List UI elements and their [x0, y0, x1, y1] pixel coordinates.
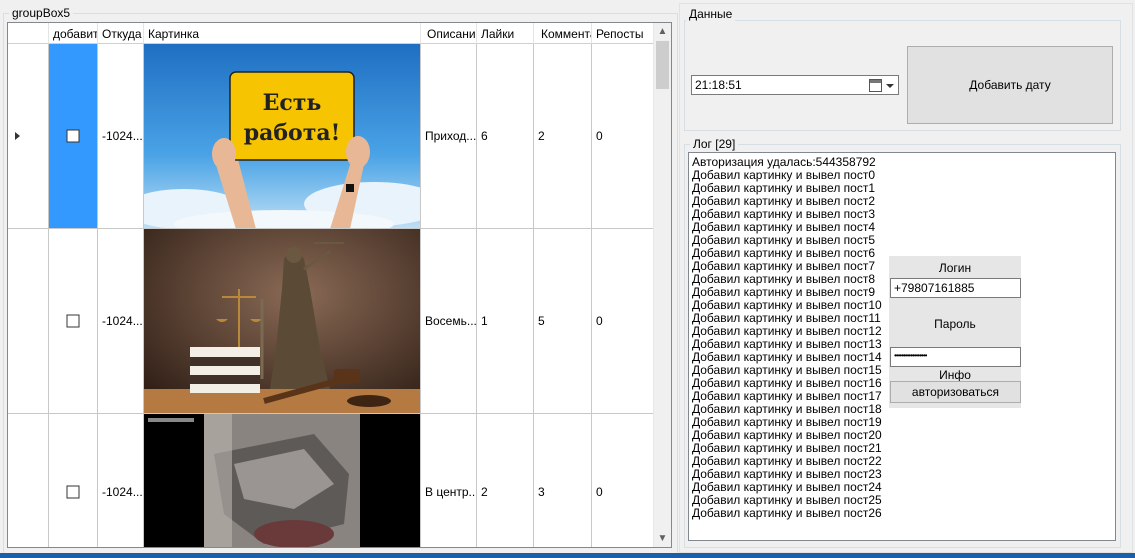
row-selector[interactable] [8, 44, 49, 229]
svg-text:работа!: работа! [244, 120, 341, 146]
image-cell[interactable] [144, 414, 421, 547]
from-cell[interactable]: -1024... [98, 44, 144, 229]
description-cell[interactable]: Восемь... [421, 229, 477, 414]
current-row-arrow-icon [15, 132, 20, 140]
comments-cell[interactable]: 5 [534, 229, 592, 414]
column-header-comments[interactable]: Коммента [534, 23, 592, 44]
column-header-description[interactable]: Описание [421, 23, 477, 44]
password-value: •••••••••••••••••• [894, 351, 927, 360]
log-line: Добавил картинку и вывел пост26 [692, 506, 882, 520]
scroll-down-icon[interactable]: ▼ [654, 530, 671, 547]
grid-vertical-scrollbar[interactable]: ▲ ▼ [653, 23, 671, 547]
window-bottom-border [0, 553, 1135, 558]
time-picker[interactable]: 21:18:51 [691, 75, 899, 95]
column-header-add[interactable]: добавит [49, 23, 98, 44]
est-rabota-image: Есть работа! [144, 44, 420, 228]
description-cell[interactable]: В центр... [421, 414, 477, 547]
from-cell[interactable]: -1024... [98, 229, 144, 414]
info-label: Инфо [939, 368, 971, 382]
themis-statue-image [144, 229, 420, 413]
add-date-button[interactable]: Добавить дату [907, 46, 1113, 124]
add-checkbox[interactable] [66, 485, 80, 499]
chevron-down-icon[interactable] [886, 84, 894, 88]
reposts-cell[interactable]: 0 [592, 44, 654, 229]
likes-cell[interactable]: 2 [477, 414, 534, 547]
add-checkbox-cell[interactable] [49, 229, 98, 414]
login-label: Логин [938, 261, 972, 275]
column-header-reposts[interactable]: Репосты [592, 23, 654, 44]
comments-cell[interactable]: 3 [534, 414, 592, 547]
reposts-cell[interactable]: 0 [592, 414, 654, 547]
add-checkbox[interactable] [66, 129, 80, 143]
column-header-image[interactable]: Картинка [144, 23, 421, 44]
login-field[interactable]: +79807161885 [890, 278, 1021, 298]
image-cell[interactable] [144, 229, 421, 414]
description-cell[interactable]: Приход... [421, 44, 477, 229]
posts-grid[interactable]: добавит Откуда Картинка Описание Лайки К… [7, 22, 672, 548]
main-groupbox-title: groupBox5 [9, 6, 74, 20]
password-field[interactable]: •••••••••••••••••• [890, 347, 1021, 367]
column-header-likes[interactable]: Лайки [477, 23, 534, 44]
add-checkbox-cell[interactable] [49, 414, 98, 547]
add-checkbox-cell[interactable] [49, 44, 98, 229]
row-selector[interactable] [8, 229, 49, 414]
time-value: 21:18:51 [695, 78, 742, 92]
login-value: +79807161885 [894, 281, 975, 295]
auth-panel: Логин +79807161885 Пароль ••••••••••••••… [889, 256, 1021, 408]
scroll-thumb[interactable] [656, 41, 669, 89]
reposts-cell[interactable]: 0 [592, 229, 654, 414]
calendar-icon[interactable] [869, 79, 882, 92]
add-checkbox[interactable] [66, 314, 80, 328]
likes-cell[interactable]: 6 [477, 44, 534, 229]
row-selector[interactable] [8, 414, 49, 547]
svg-text:Есть: Есть [263, 90, 322, 116]
scroll-up-icon[interactable]: ▲ [654, 23, 671, 40]
from-cell[interactable]: -1024... [98, 414, 144, 547]
image-cell[interactable]: Есть работа! [144, 44, 421, 229]
car-crash-video-image [144, 414, 420, 547]
likes-cell[interactable]: 1 [477, 229, 534, 414]
log-groupbox-title: Лог [29] [690, 137, 739, 151]
authorize-button[interactable]: авторизоваться [890, 381, 1021, 403]
column-header-from[interactable]: Откуда [98, 23, 144, 44]
row-header-corner [8, 23, 49, 44]
password-label: Пароль [934, 317, 976, 331]
data-groupbox-title: Данные [686, 7, 736, 21]
comments-cell[interactable]: 2 [534, 44, 592, 229]
